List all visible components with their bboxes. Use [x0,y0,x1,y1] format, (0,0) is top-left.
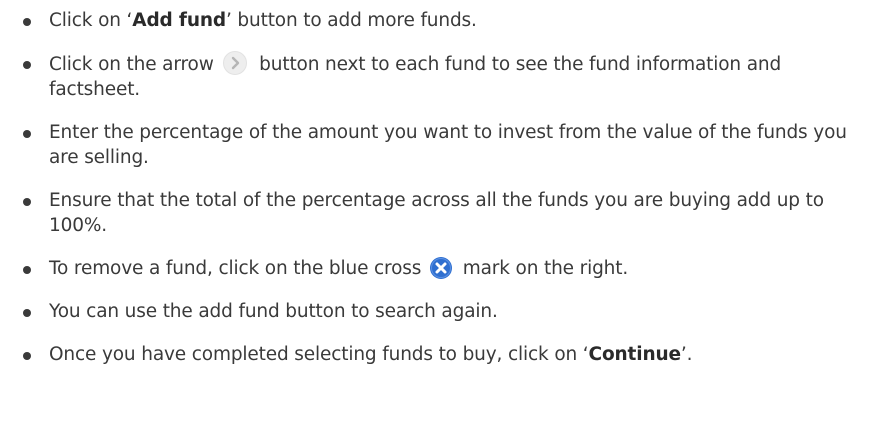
bullet [23,198,31,206]
item-text-post: ’. [680,344,693,365]
list-item: Ensure that the total of the percentage … [16,188,876,238]
chevron-right-circle-icon [223,51,248,75]
bullet [23,130,31,138]
list-item: Once you have completed selecting funds … [16,342,876,367]
list-item: You can use the add fund button to searc… [16,299,876,324]
add-fund-label: Add fund [132,10,226,31]
list-item: Enter the percentage of the amount you w… [16,120,876,170]
item-text: Enter the percentage of the amount you w… [49,122,847,168]
instructions-document: Click on ‘Add fund’ button to add more f… [0,0,883,424]
bullet [23,61,31,69]
item-text-pre: Click on the arrow [49,54,214,75]
bullet [23,352,31,360]
item-text-pre: To remove a fund, click on the blue cros… [49,258,422,279]
list-item: To remove a fund, click on the blue cros… [16,256,876,281]
item-text-pre: Once you have completed selecting funds … [49,344,589,365]
bullet [23,309,31,317]
item-text-post: mark on the right. [462,258,629,279]
list-item: Click on ‘Add fund’ button to add more f… [16,8,876,33]
instruction-list: Click on ‘Add fund’ button to add more f… [16,8,876,367]
list-item: Click on the arrow button next to each f… [16,51,876,102]
item-text-pre: Click on ‘ [49,10,133,31]
bullet [23,266,31,274]
bullet [23,18,31,26]
continue-label: Continue [588,344,681,365]
item-text: You can use the add fund button to searc… [49,301,498,322]
item-text-post: ’ button to add more funds. [225,10,477,31]
blue-cross-circle-icon [429,256,453,280]
item-text: Ensure that the total of the percentage … [49,190,824,236]
